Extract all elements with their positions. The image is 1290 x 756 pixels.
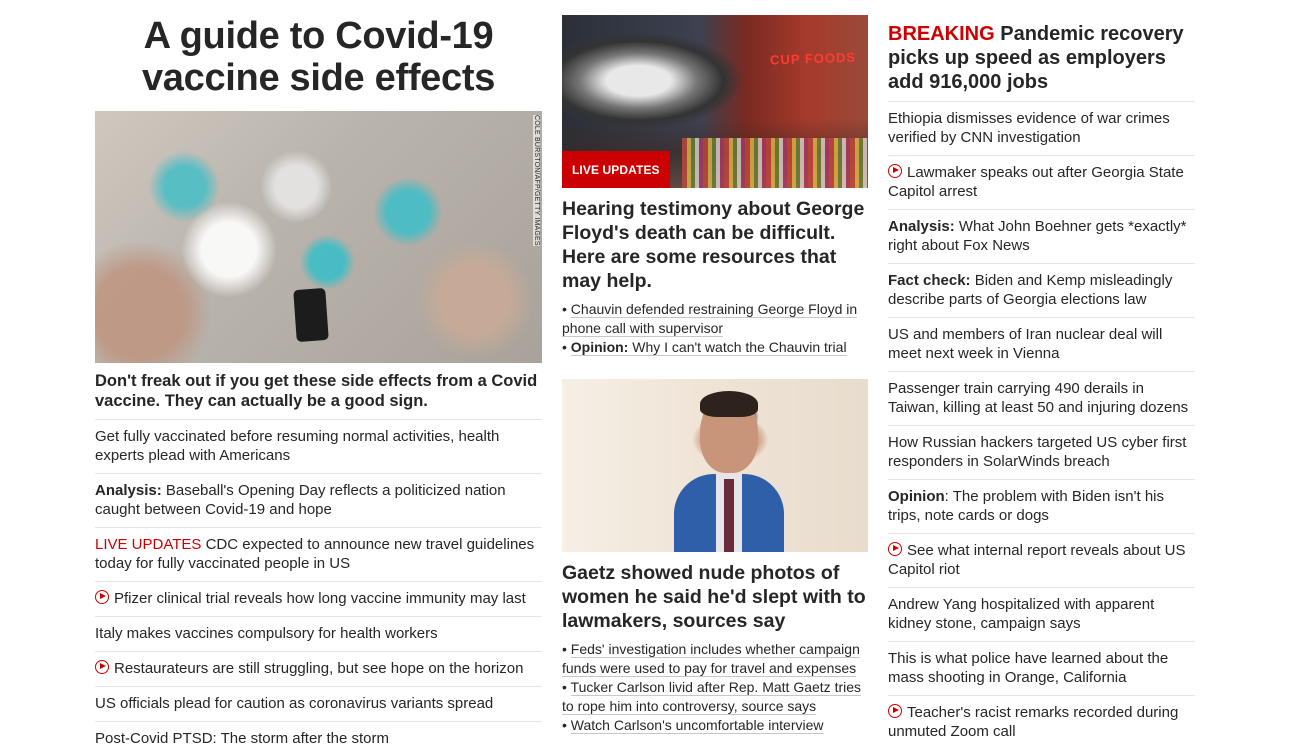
related-link[interactable]: Feds' investigation includes whether cam… [562,641,860,677]
list-item[interactable]: LIVE UPDATES CDC expected to announce ne… [95,528,542,582]
related-link[interactable]: Chauvin defended restraining George Floy… [562,301,858,337]
store-sign: CUP FOODS [769,49,857,68]
opinion-kicker: Opinion: [570,339,629,355]
list-item[interactable]: How Russian hackers targeted US cyber fi… [888,426,1195,480]
story-kicker: Analysis: [888,218,955,235]
list-item[interactable]: Post-Covid PTSD: The storm after the sto… [95,722,542,756]
breaking-headline: BREAKING Pandemic recovery picks up spee… [888,22,1195,102]
list-item[interactable]: Analysis: What John Boehner gets *exactl… [888,210,1195,264]
related-link-item: • Feds' investigation includes whether c… [562,641,860,677]
list-item[interactable]: US officials plead for caution as corona… [95,687,542,722]
gaetz-related-links: • Feds' investigation includes whether c… [562,640,868,735]
story-text: Passenger train carrying 490 derails in … [888,380,1189,416]
list-item[interactable]: Opinion: The problem with Biden isn't hi… [888,480,1195,534]
related-link[interactable]: Opinion: Why I can't watch the Chauvin t… [570,339,847,356]
floyd-headline: Hearing testimony about George Floyd's d… [562,198,865,292]
list-item[interactable]: This is what police have learned about t… [888,642,1195,696]
story-kicker: Opinion [888,488,945,505]
story-text: See what internal report reveals about U… [888,542,1186,578]
story-text: Lawmaker speaks out after Georgia State … [888,164,1184,200]
matt-gaetz-photo[interactable] [562,379,868,552]
list-item[interactable]: Pfizer clinical trial reveals how long v… [95,582,542,617]
phone-in-photo [293,287,329,343]
vaccine-syringes-photo[interactable]: COLE BURSTON/AFP/GETTY IMAGES [95,111,542,363]
story-kicker: Analysis: [95,482,162,499]
floyd-headline-link[interactable]: Hearing testimony about George Floyd's d… [562,197,868,293]
live-updates-badge: LIVE UPDATES [562,151,670,188]
list-item[interactable]: Restaurateurs are still struggling, but … [95,652,542,687]
list-item[interactable]: Get fully vaccinated before resuming nor… [95,420,542,474]
covid-vaccine-section: A guide to Covid-19 vaccine side effects… [95,0,542,756]
list-item[interactable]: Passenger train carrying 490 derails in … [888,372,1195,426]
floyd-related-links: • Chauvin defended restraining George Fl… [562,300,868,357]
video-play-icon [888,164,902,178]
section-title-link[interactable]: A guide to Covid-19 vaccine side effects [95,15,542,99]
breaking-label: BREAKING [888,23,995,45]
list-item[interactable]: See what internal report reveals about U… [888,534,1195,588]
top-stories-column: BREAKING Pandemic recovery picks up spee… [888,0,1195,749]
list-item[interactable]: Italy makes vaccines compulsory for heal… [95,617,542,652]
story-text: Andrew Yang hospitalized with apparent k… [888,596,1155,632]
list-item[interactable]: Lawmaker speaks out after Georgia State … [888,156,1195,210]
story-text: Post-Covid PTSD: The storm after the sto… [95,730,389,747]
video-play-icon [888,704,902,718]
center-column: CUP FOODS LIVE UPDATES Hearing testimony… [562,0,868,735]
gaetz-headline: Gaetz showed nude photos of women he sai… [562,562,866,632]
related-link-text: Why I can't watch the Chauvin trial [628,339,847,355]
list-item[interactable]: US and members of Iran nuclear deal will… [888,318,1195,372]
list-item[interactable]: Ethiopia dismisses evidence of war crime… [888,102,1195,156]
story-kicker: Fact check: [888,272,971,289]
story-text: US officials plead for caution as corona… [95,695,494,712]
gaetz-headline-link[interactable]: Gaetz showed nude photos of women he sai… [562,561,868,633]
live-updates-kicker: LIVE UPDATES [95,536,202,553]
list-item[interactable]: Analysis: Baseball's Opening Day reflect… [95,474,542,528]
related-link-item: • Tucker Carlson livid after Rep. Matt G… [562,679,862,715]
hair-shape [700,391,758,417]
story-text: How Russian hackers targeted US cyber fi… [888,434,1187,470]
video-play-icon [888,542,902,556]
lead-headline: Don't freak out if you get these side ef… [95,371,542,420]
related-link-item: • Opinion: Why I can't watch the Chauvin… [562,339,847,356]
list-item[interactable]: Andrew Yang hospitalized with apparent k… [888,588,1195,642]
story-text: Teacher's racist remarks recorded during… [888,704,1179,740]
photo-credit: COLE BURSTON/AFP/GETTY IMAGES [533,115,540,246]
story-text: Restaurateurs are still struggling, but … [114,660,524,677]
related-link[interactable]: Tucker Carlson livid after Rep. Matt Gae… [562,679,862,715]
related-link-item: • Chauvin defended restraining George Fl… [562,301,858,337]
story-text: US and members of Iran nuclear deal will… [888,326,1163,362]
section-title: A guide to Covid-19 vaccine side effects [141,15,496,99]
list-item[interactable]: Fact check: Biden and Kemp misleadingly … [888,264,1195,318]
related-link-item: • Watch Carlson's uncomfortable intervie… [562,717,824,734]
george-floyd-mural-photo[interactable]: CUP FOODS LIVE UPDATES [562,15,868,188]
story-text: Italy makes vaccines compulsory for heal… [95,625,438,642]
story-text: Ethiopia dismisses evidence of war crime… [888,110,1170,146]
story-text: Pfizer clinical trial reveals how long v… [114,590,526,607]
list-item[interactable]: Teacher's racist remarks recorded during… [888,696,1195,749]
related-link[interactable]: Watch Carlson's uncomfortable interview [570,717,824,734]
video-play-icon [95,660,109,674]
story-text: This is what police have learned about t… [888,650,1169,686]
lead-headline-link[interactable]: Don't freak out if you get these side ef… [95,371,542,420]
breaking-headline-link[interactable]: BREAKING Pandemic recovery picks up spee… [888,22,1195,102]
video-play-icon [95,590,109,604]
story-text: Get fully vaccinated before resuming nor… [95,428,500,464]
memorial-flowers [682,138,868,188]
tie-shape [724,479,734,552]
